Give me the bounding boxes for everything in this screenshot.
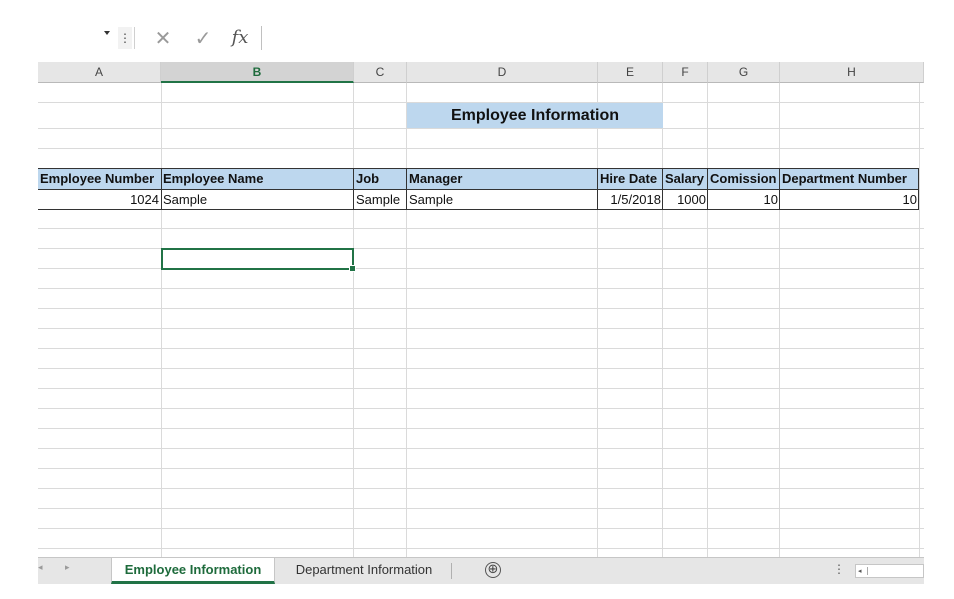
table-border [918, 168, 919, 210]
gridline [38, 288, 924, 289]
horizontal-scrollbar[interactable]: ◂ [855, 564, 924, 578]
header-cell-employee-number[interactable]: Employee Number [38, 169, 161, 189]
column-header-e[interactable]: E [598, 62, 663, 83]
header-cell-salary[interactable]: Salary [663, 169, 708, 189]
tab-employee-information[interactable]: Employee Information [111, 558, 275, 584]
gridline [38, 128, 924, 129]
gridline [707, 83, 708, 557]
enter-icon[interactable]: ✓ [191, 26, 215, 50]
gridline [779, 83, 780, 557]
fill-handle[interactable] [349, 265, 356, 272]
add-sheet-icon[interactable]: ⊕ [485, 562, 501, 578]
header-cell-comission[interactable]: Comission [708, 169, 780, 189]
data-cell-comission[interactable]: 10 [708, 190, 780, 209]
header-cell-employee-name[interactable]: Employee Name [161, 169, 354, 189]
column-header-c[interactable]: C [354, 62, 407, 83]
table-border [161, 168, 162, 210]
gridline [38, 528, 924, 529]
data-cell-department-number[interactable]: 10 [780, 190, 919, 209]
table-border [779, 168, 780, 210]
gridline [38, 348, 924, 349]
gridline [38, 328, 924, 329]
scroll-split-handle-icon[interactable]: ⋮ [833, 562, 845, 576]
gridline [38, 308, 924, 309]
gridline [38, 408, 924, 409]
header-cell-department-number[interactable]: Department Number [780, 169, 919, 189]
tab-department-information[interactable]: Department Information [278, 558, 450, 584]
tab-separator [451, 563, 452, 579]
data-cell-salary[interactable]: 1000 [663, 190, 708, 209]
gridline [919, 83, 920, 557]
header-cell-manager[interactable]: Manager [407, 169, 598, 189]
gridline [38, 468, 924, 469]
separator [261, 26, 262, 50]
data-cell-hire-date[interactable]: 1/5/2018 [598, 190, 663, 209]
column-header-f[interactable]: F [663, 62, 708, 83]
more-options-icon[interactable]: ⋮ [118, 27, 132, 49]
gridline [38, 448, 924, 449]
table-border [597, 168, 598, 210]
name-box-dropdown-icon[interactable] [104, 31, 110, 35]
column-header-a[interactable]: A [38, 62, 161, 83]
table-border [38, 168, 919, 169]
scroll-tabs-left-icon[interactable]: ◂ [38, 563, 43, 573]
gridline [38, 388, 924, 389]
table-border [406, 168, 407, 210]
data-cell-employee-name[interactable]: Sample [161, 190, 354, 209]
data-cell-employee-number[interactable]: 1024 [38, 190, 161, 209]
separator [134, 27, 135, 49]
gridline [662, 83, 663, 557]
selected-cell[interactable] [161, 248, 356, 272]
insert-function-icon[interactable]: fx [228, 26, 252, 50]
sheet-tab-bar: ◂ ▸ Employee Information Department Info… [38, 557, 924, 584]
data-cell-manager[interactable]: Sample [407, 190, 598, 209]
column-header-d[interactable]: D [407, 62, 598, 83]
gridline [38, 548, 924, 549]
table-border [707, 168, 708, 210]
table-border [38, 189, 919, 190]
formula-bar: ⋮ ✕ ✓ fx [38, 22, 924, 52]
header-cell-job[interactable]: Job [354, 169, 407, 189]
gridline [406, 83, 407, 557]
gridline [38, 368, 924, 369]
gridline [38, 148, 924, 149]
gridline [161, 83, 162, 557]
gridline [38, 508, 924, 509]
gridline [38, 488, 924, 489]
table-border [38, 209, 919, 210]
sheet-title-cell[interactable]: Employee Information [407, 103, 663, 128]
column-header-g[interactable]: G [708, 62, 780, 83]
gridline [38, 428, 924, 429]
table-border [662, 168, 663, 210]
header-cell-hire-date[interactable]: Hire Date [598, 169, 663, 189]
gridline [38, 228, 924, 229]
column-header-b[interactable]: B [161, 62, 354, 83]
gridline [597, 83, 598, 557]
cancel-icon[interactable]: ✕ [151, 26, 175, 50]
table-border [353, 168, 354, 210]
column-header-h[interactable]: H [780, 62, 924, 83]
gridline [353, 83, 354, 557]
data-cell-job[interactable]: Sample [354, 190, 407, 209]
scroll-tabs-right-icon[interactable]: ▸ [65, 563, 70, 573]
scroll-left-icon[interactable]: ◂ [858, 567, 868, 575]
